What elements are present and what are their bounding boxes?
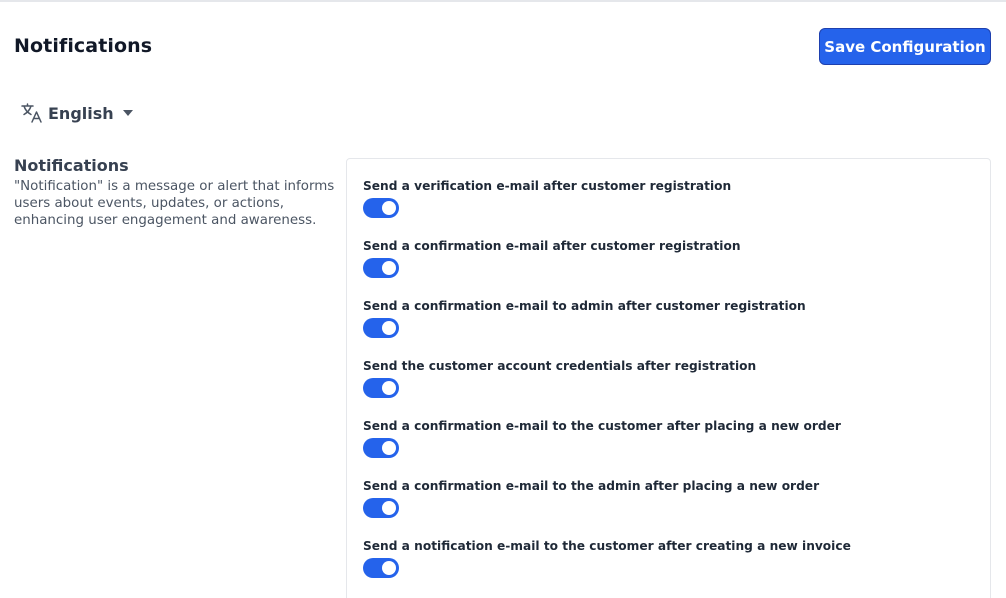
- toggle-knob: [382, 441, 396, 455]
- chevron-down-icon: [122, 110, 133, 116]
- setting-toggle[interactable]: [363, 558, 399, 578]
- translate-icon: [20, 101, 44, 125]
- locale-switcher[interactable]: English: [20, 100, 133, 126]
- setting-row: Send a confirmation e-mail after custome…: [363, 239, 741, 278]
- page-title: Notifications: [14, 35, 153, 57]
- toggle-knob: [382, 381, 396, 395]
- setting-label: Send the customer account credentials af…: [363, 359, 757, 373]
- setting-label: Send a confirmation e-mail after custome…: [363, 239, 741, 253]
- setting-label: Send a confirmation e-mail to admin afte…: [363, 299, 806, 313]
- setting-toggle[interactable]: [363, 498, 399, 518]
- setting-label: Send a confirmation e-mail to the custom…: [363, 419, 841, 433]
- toggle-knob: [382, 261, 396, 275]
- setting-label: Send a verification e-mail after custome…: [363, 179, 732, 193]
- toggle-knob: [382, 561, 396, 575]
- section-title: Notifications: [14, 156, 129, 175]
- save-configuration-button[interactable]: Save Configuration: [819, 28, 991, 65]
- toggle-knob: [382, 501, 396, 515]
- setting-toggle[interactable]: [363, 378, 399, 398]
- setting-row: Send a notification e-mail to the custom…: [363, 539, 851, 578]
- setting-row: Send a confirmation e-mail to the admin …: [363, 479, 819, 518]
- setting-row: Send the customer account credentials af…: [363, 359, 756, 398]
- section-info: Notifications "Notification" is a messag…: [14, 156, 340, 229]
- setting-row: Send a confirmation e-mail to admin afte…: [363, 299, 806, 338]
- setting-toggle[interactable]: [363, 438, 399, 458]
- setting-toggle[interactable]: [363, 318, 399, 338]
- toggle-knob: [382, 321, 396, 335]
- setting-row: Send a confirmation e-mail to the custom…: [363, 419, 841, 458]
- top-divider: [0, 0, 1006, 2]
- notifications-config-page: Notifications Save Configuration English…: [0, 0, 1006, 598]
- setting-toggle[interactable]: [363, 258, 399, 278]
- setting-label: Send a confirmation e-mail to the admin …: [363, 479, 820, 493]
- section-description: "Notification" is a message or alert tha…: [14, 179, 335, 228]
- locale-label: English: [48, 103, 114, 123]
- setting-row: Send a verification e-mail after custome…: [363, 179, 731, 218]
- setting-toggle[interactable]: [363, 198, 399, 218]
- toggle-knob: [382, 201, 396, 215]
- setting-label: Send a notification e-mail to the custom…: [363, 539, 851, 553]
- settings-card: Send a verification e-mail after custome…: [346, 158, 991, 598]
